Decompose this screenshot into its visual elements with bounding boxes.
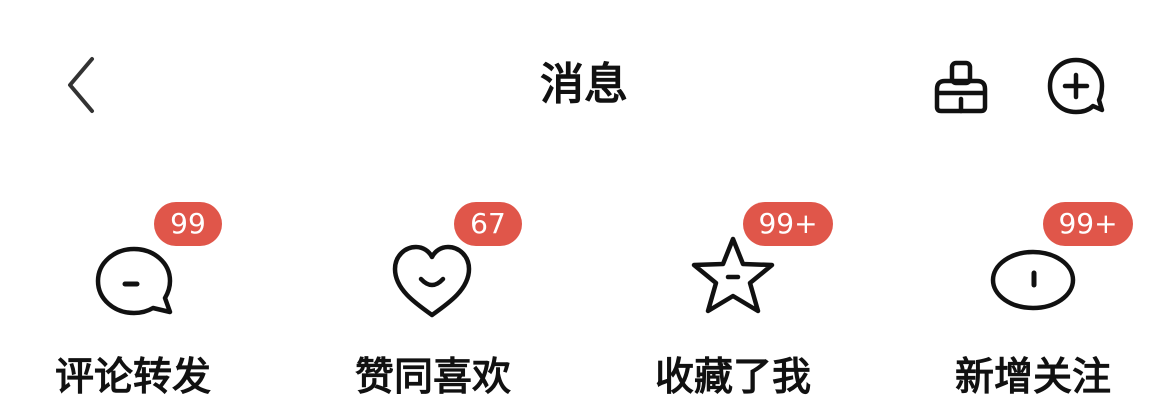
likes-count-badge: 67 (454, 202, 522, 246)
star-icon (691, 236, 775, 314)
message-categories: 99 评论转发 67 赞同喜欢 99+ 收藏了我 99+ 新增关注 (0, 190, 1168, 407)
category-likes[interactable]: 67 赞同喜欢 (313, 190, 553, 407)
comment-bubble-icon (95, 246, 173, 316)
category-label-likes: 赞同喜欢 (354, 355, 511, 400)
add-chat-button[interactable] (1041, 52, 1111, 122)
back-button[interactable] (52, 50, 112, 120)
category-label-comments: 评论转发 (54, 355, 211, 400)
follows-count-badge: 99+ (1043, 202, 1133, 246)
comments-count-badge: 99 (154, 202, 222, 246)
broom-icon (934, 60, 988, 114)
category-favorites[interactable]: 99+ 收藏了我 (613, 190, 853, 407)
category-follows[interactable]: 99+ 新增关注 (913, 190, 1153, 407)
cleanup-button[interactable] (926, 52, 996, 122)
favorites-count-badge: 99+ (743, 202, 833, 246)
follow-oval-icon (990, 249, 1076, 311)
chevron-left-icon (68, 57, 94, 113)
heart-icon (392, 244, 472, 318)
category-label-favorites: 收藏了我 (654, 355, 811, 400)
chat-add-icon (1047, 57, 1105, 115)
category-comments[interactable]: 99 评论转发 (13, 190, 253, 407)
messages-page: 消息 99 评论转发 67 赞同喜欢 99+ 收藏了我 99+ 新增关注 (0, 0, 1168, 407)
nav-bar: 消息 (0, 0, 1168, 170)
category-label-follows: 新增关注 (954, 355, 1111, 400)
